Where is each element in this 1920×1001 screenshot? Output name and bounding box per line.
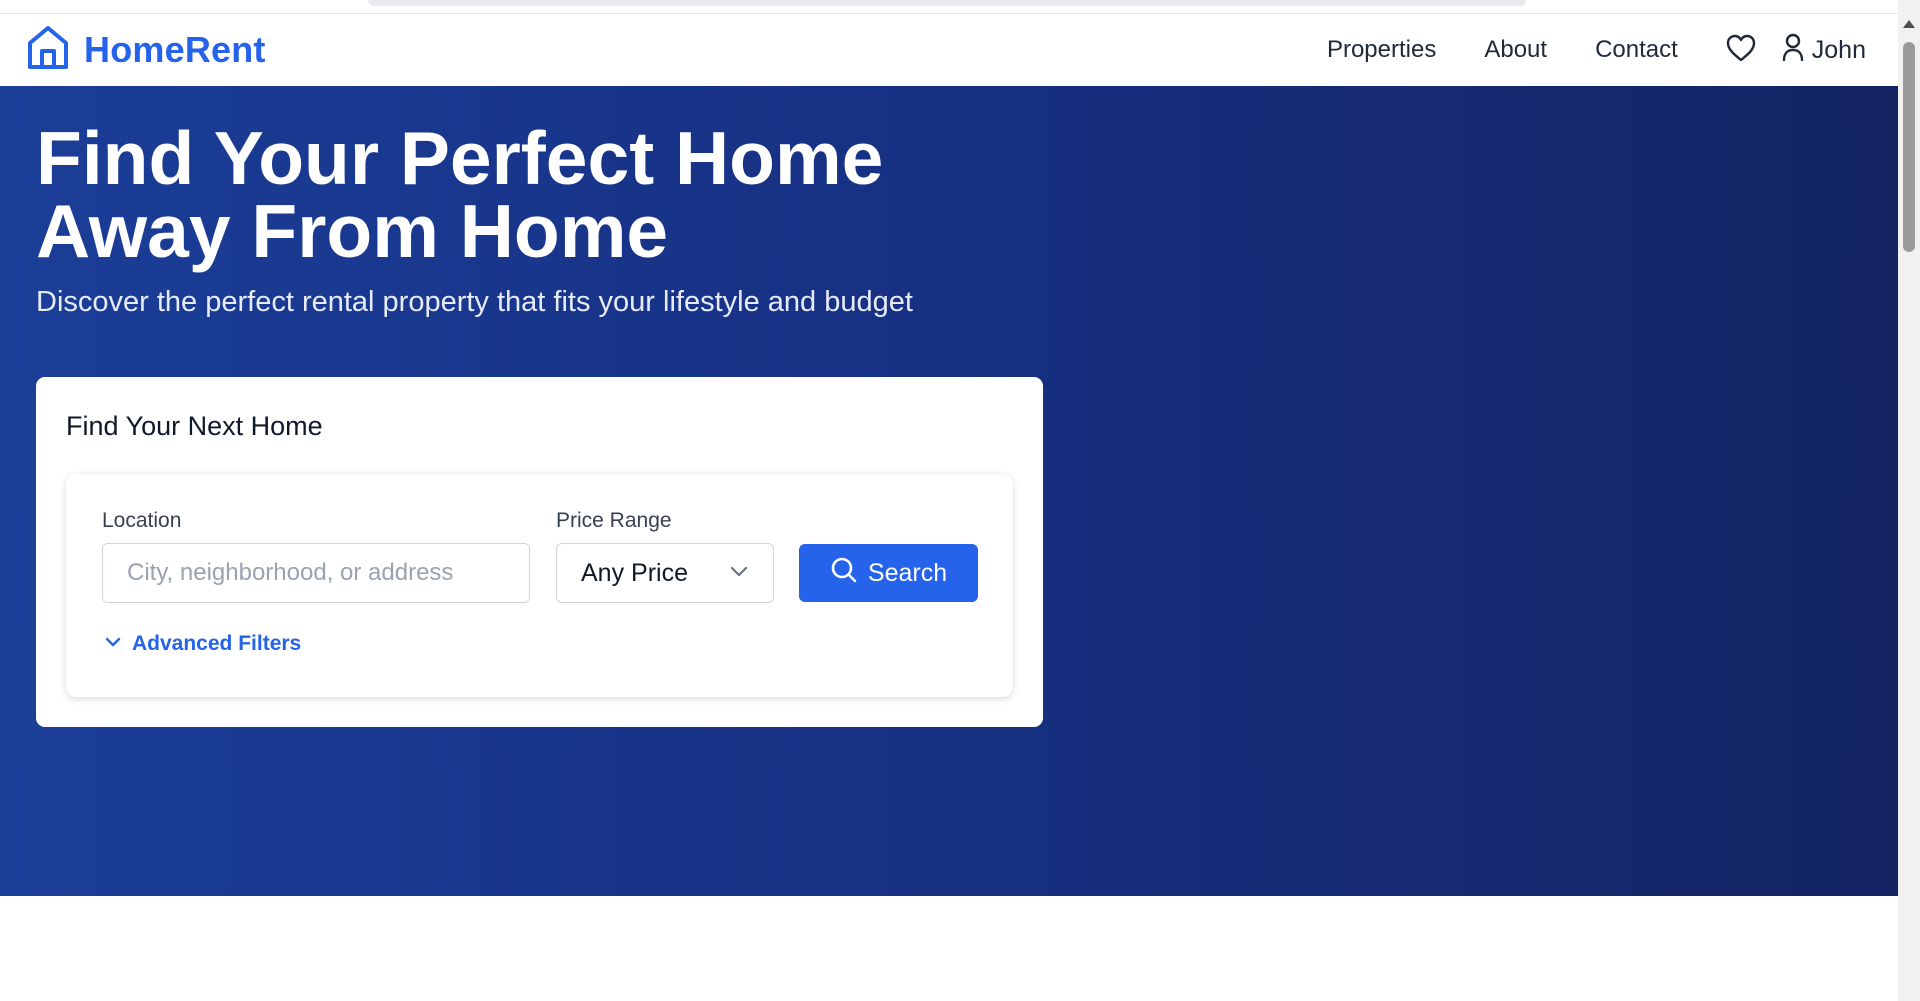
scroll-thumb[interactable] <box>1903 42 1915 252</box>
price-range-label: Price Range <box>556 509 672 532</box>
search-button[interactable]: Search <box>799 544 978 602</box>
price-range-select[interactable]: Any Price <box>556 543 774 603</box>
price-range-value: Any Price <box>581 558 688 587</box>
user-icon <box>1782 33 1804 68</box>
chevron-down-icon <box>729 564 749 583</box>
favorites-button[interactable] <box>1726 34 1756 67</box>
nav-link-about[interactable]: About <box>1484 36 1547 64</box>
browser-top-strip <box>0 0 1898 14</box>
chevron-down-icon <box>104 635 122 654</box>
search-icon <box>830 556 858 591</box>
location-label: Location <box>102 509 182 532</box>
hero-title-line-1: Find Your Perfect Home <box>36 116 884 200</box>
user-menu[interactable]: John <box>1782 33 1866 68</box>
nav-link-contact[interactable]: Contact <box>1595 36 1678 64</box>
hero-title: Find Your Perfect Home Away From Home <box>36 121 936 269</box>
nav-link-properties[interactable]: Properties <box>1327 36 1436 64</box>
advanced-filters-toggle[interactable]: Advanced Filters <box>104 632 301 656</box>
house-icon <box>26 25 70 76</box>
hero-subtitle: Discover the perfect rental property tha… <box>36 286 913 318</box>
scroll-up-arrow-icon[interactable] <box>1903 20 1915 28</box>
browser-tab-strip <box>368 0 1526 6</box>
hero-title-line-2: Away From Home <box>36 189 669 273</box>
search-button-label: Search <box>867 558 948 587</box>
search-card: Find Your Next Home Location Price Range… <box>36 377 1043 727</box>
advanced-filters-label: Advanced Filters <box>132 632 302 655</box>
location-input[interactable] <box>102 543 530 603</box>
hero-section: Find Your Perfect Home Away From Home Di… <box>0 86 1898 896</box>
search-card-title: Find Your Next Home <box>66 411 323 441</box>
user-name: John <box>1811 35 1866 64</box>
nav-links: Properties About Contact John <box>1279 14 1866 86</box>
search-form-panel: Location Price Range Any Price <box>66 474 1013 697</box>
brand-logo-link[interactable]: HomeRent <box>26 25 266 76</box>
page-scrollbar[interactable] <box>1898 0 1920 1001</box>
heart-icon <box>1726 34 1756 67</box>
navbar: HomeRent Properties About Contact John <box>0 14 1898 86</box>
brand-name: HomeRent <box>84 29 266 70</box>
